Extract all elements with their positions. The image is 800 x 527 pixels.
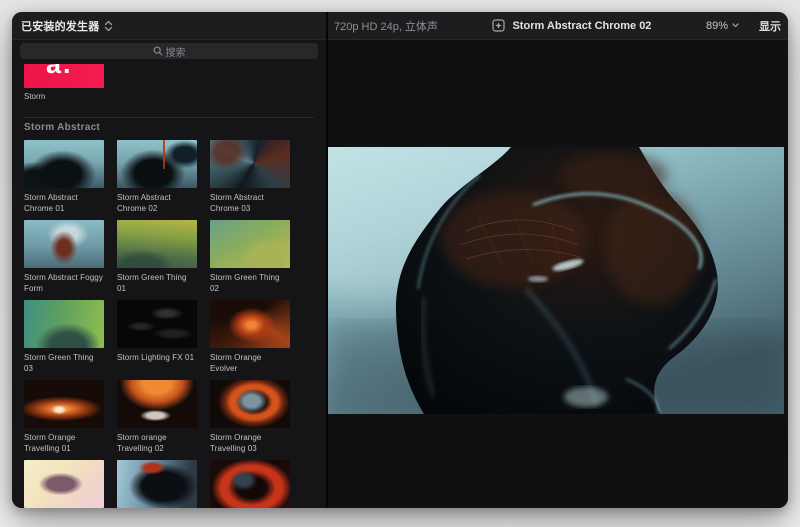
generator-thumbnail[interactable] <box>117 220 197 268</box>
library-selector[interactable]: 已安装的发生器 <box>12 12 328 39</box>
storm-logo: a. <box>46 64 73 80</box>
generator-item[interactable]: Storm Green Thing 02 <box>210 220 290 300</box>
search-placeholder: 搜索 <box>166 44 186 59</box>
generator-thumbnail[interactable] <box>210 140 290 188</box>
generators-sidebar: 搜索 a. Storm Storm Abstract Storm Abstrac… <box>12 40 326 508</box>
generator-item[interactable]: Storm Orange Travelling 01 <box>24 380 104 460</box>
format-info: 720p HD 24p, 立体声 <box>334 18 438 34</box>
generator-item[interactable]: Storm Abstract Chrome 02 <box>117 140 197 220</box>
generator-label: Storm Green Thing 01 <box>117 272 197 294</box>
generator-item[interactable]: Storm Green Thing 01 <box>117 220 197 300</box>
generator-item[interactable] <box>117 460 197 508</box>
preview-image <box>328 147 784 414</box>
clip-title-group: Storm Abstract Chrome 02 <box>438 19 706 32</box>
viewer-header: 720p HD 24p, 立体声 Storm Abstract Chrome 0… <box>328 12 788 39</box>
generator-item[interactable]: Storm Orange Evolver <box>210 300 290 380</box>
search-row: 搜索 <box>12 40 326 62</box>
generator-thumbnail[interactable] <box>24 220 104 268</box>
generator-label: Storm Green Thing 02 <box>210 272 290 294</box>
show-menu-button[interactable]: 显示 <box>759 18 781 34</box>
generator-thumbnail[interactable] <box>210 300 290 348</box>
generator-item[interactable]: Storm Abstract Foggy Form <box>24 220 104 300</box>
section-header: Storm Abstract <box>24 122 326 133</box>
generator-thumbnail[interactable] <box>24 460 104 508</box>
generators-scroll-area[interactable]: a. Storm Storm Abstract Storm Abstract C… <box>12 64 326 508</box>
generator-item-storm[interactable]: a. <box>24 64 104 88</box>
chevron-down-icon <box>732 23 739 28</box>
generator-thumbnail[interactable] <box>117 300 197 348</box>
generators-grid: Storm Abstract Chrome 01 Storm Abstract … <box>24 140 326 508</box>
generator-thumbnail[interactable] <box>24 380 104 428</box>
generator-label: Storm orange Travelling 02 <box>117 432 197 454</box>
generator-label: Storm Orange Travelling 01 <box>24 432 104 454</box>
generator-icon <box>492 19 505 32</box>
generator-item[interactable]: Storm Abstract Chrome 01 <box>24 140 104 220</box>
generator-label: Storm Abstract Foggy Form <box>24 272 104 294</box>
generator-thumbnail[interactable] <box>210 460 290 508</box>
generator-label: Storm Lighting FX 01 <box>117 352 197 363</box>
generator-item[interactable] <box>24 460 104 508</box>
generator-item[interactable] <box>210 460 290 508</box>
generator-label: Storm Abstract Chrome 01 <box>24 192 104 214</box>
zoom-dropdown[interactable]: 89% <box>706 20 739 32</box>
titlebar: 已安装的发生器 720p HD 24p, 立体声 Storm Abstract … <box>12 12 788 40</box>
generator-item[interactable]: Storm Abstract Chrome 03 <box>210 140 290 220</box>
generator-item[interactable]: Storm Orange Travelling 03 <box>210 380 290 460</box>
generator-thumbnail[interactable] <box>117 460 197 508</box>
zoom-level[interactable]: 89% <box>706 20 728 32</box>
generator-thumbnail[interactable] <box>210 380 290 428</box>
section-divider <box>24 117 314 118</box>
search-icon <box>153 46 163 56</box>
desktop: { "colors": { "accent_red": "#ee1848", "… <box>0 0 800 527</box>
chevron-up-down-icon[interactable] <box>104 20 113 32</box>
generator-thumbnail[interactable] <box>24 300 104 348</box>
generator-item[interactable]: Storm orange Travelling 02 <box>117 380 197 460</box>
library-title[interactable]: 已安装的发生器 <box>21 18 99 34</box>
generator-label: Storm Orange Evolver <box>210 352 290 374</box>
generator-thumbnail[interactable] <box>117 380 197 428</box>
generator-label: Storm Green Thing 03 <box>24 352 104 374</box>
generator-label: Storm Orange Travelling 03 <box>210 432 290 454</box>
generator-label: Storm <box>24 92 326 101</box>
generator-label: Storm Abstract Chrome 02 <box>117 192 197 214</box>
generator-item[interactable]: Storm Green Thing 03 <box>24 300 104 380</box>
generators-browser-window: 已安装的发生器 720p HD 24p, 立体声 Storm Abstract … <box>12 12 788 508</box>
viewer-pane <box>328 40 788 508</box>
generator-thumbnail[interactable] <box>117 140 197 188</box>
generator-label: Storm Abstract Chrome 03 <box>210 192 290 214</box>
sidebar-viewer-divider[interactable] <box>326 12 328 508</box>
generator-thumbnail[interactable] <box>210 220 290 268</box>
generator-thumbnail[interactable] <box>24 140 104 188</box>
search-input[interactable]: 搜索 <box>20 43 318 59</box>
clip-title: Storm Abstract Chrome 02 <box>512 20 651 32</box>
generator-item[interactable]: Storm Lighting FX 01 <box>117 300 197 380</box>
